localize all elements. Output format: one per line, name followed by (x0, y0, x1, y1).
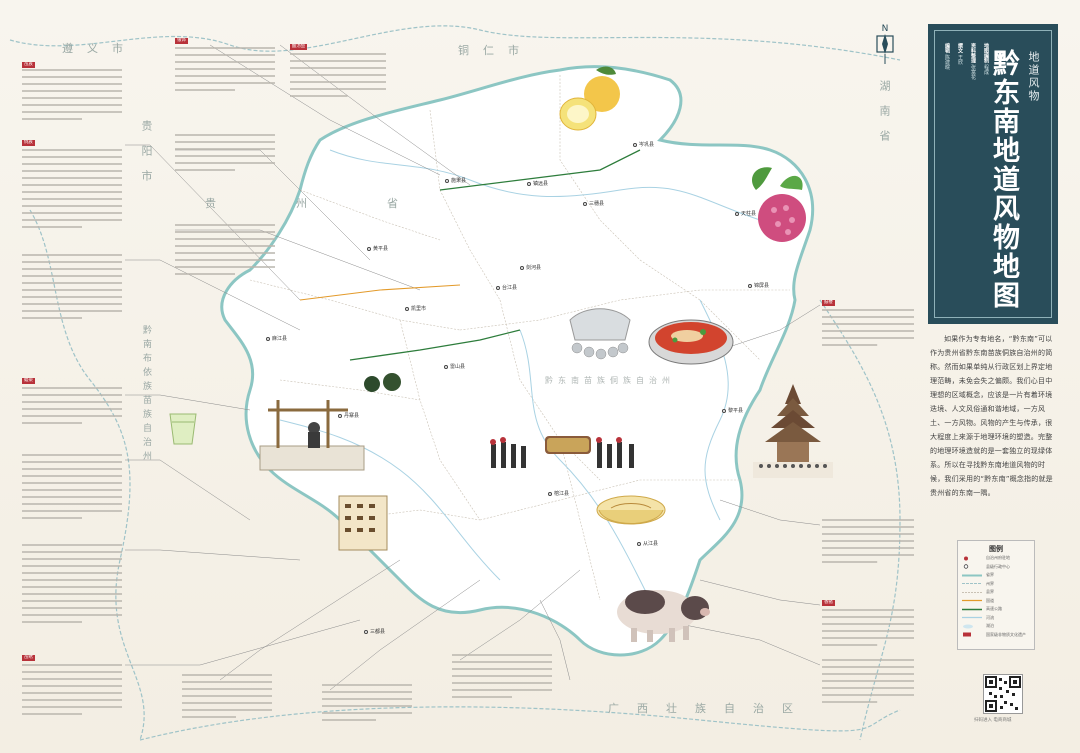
drum-tower-illustration-icon (753, 384, 833, 478)
legend-row: 自治州府驻地 (958, 554, 1034, 563)
prefecture-border-icon (962, 583, 982, 585)
tea-ball-illustration-icon (364, 373, 401, 392)
legend-row: 县级行政中心 (958, 563, 1034, 572)
qr-caption: 扫码进入 电商商城 (974, 718, 1012, 723)
map-subtitle: 地道风物 (1027, 51, 1040, 103)
bayberry-illustration-icon (751, 167, 806, 242)
province-border-icon (962, 574, 982, 577)
intangible-heritage-icon (963, 632, 971, 637)
lake-icon (963, 624, 973, 629)
county-border-icon (962, 591, 982, 593)
silver-ornament-illustration-icon (569, 308, 631, 360)
qr-code-icon[interactable] (983, 674, 1023, 714)
map-legend: 图例 自治州府驻地 县级行政中心 省界 州界 县界 国道 高速公路 河流 湖泊 … (957, 540, 1035, 650)
compass-icon: N (876, 24, 894, 64)
sour-fish-soup-illustration-icon (648, 319, 734, 365)
rice-noodle-bowl-illustration-icon (596, 495, 666, 525)
credit-item: 资料整理 张富花 (970, 43, 976, 80)
expressway-icon (962, 608, 982, 610)
map-title: 黔东南地道风物地图 (988, 49, 1019, 310)
credit-item: 撰文 王欣 (957, 43, 963, 65)
legend-row: 湖泊 (958, 622, 1034, 631)
festival-procession-illustration-icon (490, 436, 634, 468)
credit-item: 地图编制 程成 (983, 43, 989, 75)
paper-making-illustration-icon (259, 400, 365, 471)
legend-row: 国家级非物质文化遗产 (958, 631, 1034, 640)
credit-item: 编辑 陈建皖 (944, 43, 950, 70)
legend-row: 国道 (958, 597, 1034, 606)
legend-row: 河流 (958, 614, 1034, 623)
river-icon (962, 617, 982, 619)
note-text-texture (22, 47, 914, 721)
legend-row: 省界 (958, 571, 1034, 580)
legend-row: 高速公路 (958, 605, 1034, 614)
national-road-icon (962, 600, 982, 602)
shui-script-scroll-illustration-icon (338, 495, 388, 551)
legend-row: 州界 (958, 580, 1034, 589)
legend-title: 图例 (989, 545, 1003, 553)
prefecture-seat-icon (964, 556, 968, 561)
green-tea-cup-illustration-icon (169, 413, 197, 445)
county-seat-icon (963, 564, 969, 569)
title-frame: 地道风物 黔东南地道风物地图 编辑 陈建皖 撰文 王欣 资料整理 张富花 地图编… (934, 30, 1052, 318)
credits: 编辑 陈建皖 撰文 王欣 资料整理 张富花 地图编制 程成 (943, 43, 989, 80)
intro-paragraph: 如果作为专有地名，“黔东南”可以作为贵州省黔东南苗族侗族自治州的简称。然而如果单… (930, 335, 1053, 497)
pomelo-illustration-icon (559, 66, 620, 131)
legend-row: 县界 (958, 588, 1034, 597)
title-panel: 地道风物 黔东南地道风物地图 编辑 陈建皖 撰文 王欣 资料整理 张富花 地图编… (928, 24, 1058, 324)
xiang-pig-illustration-icon (617, 590, 710, 642)
svg-text:N: N (882, 24, 889, 34)
